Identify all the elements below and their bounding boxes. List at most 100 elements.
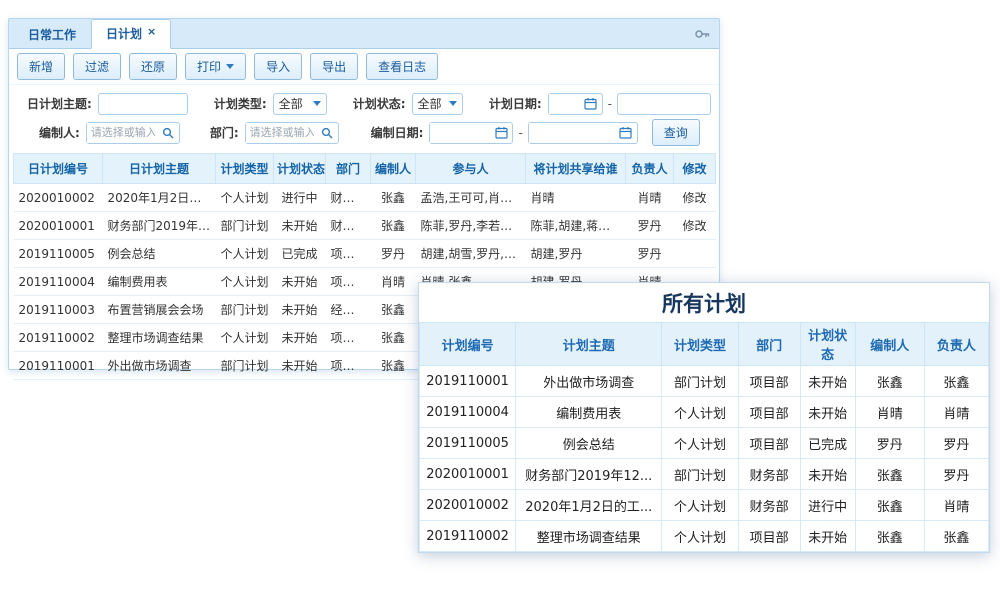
col-dept[interactable]: 部门 [326, 154, 371, 184]
type-select[interactable]: 全部 [273, 93, 327, 115]
query-button[interactable]: 查询 [652, 119, 700, 146]
search-icon[interactable] [159, 127, 177, 139]
table-row[interactable]: 2020010002 2020年1月2日的工... 个人计划 财务部 进行中 张… [420, 490, 989, 521]
cell-plan-subject[interactable]: 外出做市场调查 [103, 352, 216, 380]
filter-button[interactable]: 过滤 [73, 53, 121, 80]
cell-plan-code: 2020010002 [420, 490, 516, 521]
dept-field [245, 122, 339, 144]
export-button[interactable]: 导出 [310, 53, 358, 80]
col-plan-code[interactable]: 计划编号 [420, 323, 516, 366]
subject-input[interactable] [98, 93, 188, 115]
cell-dept: 财务部 [326, 212, 371, 240]
cell-dept: 财务部 [738, 459, 800, 490]
col-share-with[interactable]: 将计划共享给谁 [526, 154, 626, 184]
cell-plan-type: 个人计划 [216, 240, 274, 268]
cell-creator: 张鑫 [371, 184, 416, 212]
cell-owner: 罗丹 [924, 428, 988, 459]
calendar-icon[interactable] [582, 97, 600, 110]
cell-modify-link[interactable]: 修改 [674, 184, 716, 212]
cell-plan-code[interactable]: 2019110005 [14, 240, 103, 268]
cell-plan-subject[interactable]: 例会总结 [103, 240, 216, 268]
col-modify[interactable]: 修改 [674, 154, 716, 184]
type-select-value: 全部 [279, 95, 303, 112]
cell-plan-type: 部门计划 [216, 352, 274, 380]
cell-plan-code[interactable]: 2019110004 [14, 268, 103, 296]
col-plan-subject[interactable]: 计划主题 [516, 323, 662, 366]
col-plan-type[interactable]: 计划类型 [662, 323, 738, 366]
cell-owner[interactable]: 罗丹 [626, 240, 674, 268]
cell-owner: 张鑫 [924, 366, 988, 397]
table-row[interactable]: 2019110002 整理市场调查结果 个人计划 项目部 未开始 张鑫 张鑫 [420, 521, 989, 552]
cell-creator: 张鑫 [371, 212, 416, 240]
cell-creator: 肖晴 [855, 397, 924, 428]
cell-modify-link[interactable]: 修改 [674, 212, 716, 240]
cell-plan-code[interactable]: 2019110001 [14, 352, 103, 380]
cell-plan-subject: 编制费用表 [516, 397, 662, 428]
date-range-dash: - [518, 126, 522, 140]
tab-daily-plan[interactable]: 日计划× [91, 19, 171, 49]
cell-owner: 张鑫 [924, 521, 988, 552]
col-plan-type[interactable]: 计划类型 [216, 154, 274, 184]
cell-plan-subject[interactable]: 财务部门2019年12月的... [103, 212, 216, 240]
calendar-icon[interactable] [492, 126, 510, 139]
col-creator[interactable]: 编制人 [371, 154, 416, 184]
filter-row-2: 编制人: 部门: 编制日期: [17, 118, 711, 147]
table-row[interactable]: 2020010001 财务部门2019年12... 部门计划 财务部 未开始 张… [420, 459, 989, 490]
cell-plan-code: 2019110002 [420, 521, 516, 552]
cell-modify-link[interactable] [674, 240, 716, 268]
table-row[interactable]: 2020010001 财务部门2019年12月的... 部门计划 未开始 财务部… [14, 212, 716, 240]
cell-plan-status: 进行中 [274, 184, 326, 212]
col-participants[interactable]: 参与人 [416, 154, 526, 184]
col-creator[interactable]: 编制人 [855, 323, 924, 366]
cell-share-with: 胡建,罗丹 [526, 240, 626, 268]
tab-bar: 日常工作 日计划× [9, 19, 719, 49]
cell-plan-type: 个人计划 [662, 521, 738, 552]
col-plan-subject[interactable]: 日计划主题 [103, 154, 216, 184]
col-owner[interactable]: 负责人 [924, 323, 988, 366]
cell-plan-code[interactable]: 2020010002 [14, 184, 103, 212]
creator-input[interactable] [87, 123, 159, 143]
table-row[interactable]: 2019110005 例会总结 个人计划 已完成 项目部 罗丹 胡建,胡雪,罗丹… [14, 240, 716, 268]
cell-plan-subject[interactable]: 布置营销展会会场 [103, 296, 216, 324]
search-icon[interactable] [318, 127, 336, 139]
import-button[interactable]: 导入 [254, 53, 302, 80]
calendar-icon[interactable] [617, 126, 635, 139]
cell-plan-subject[interactable]: 编制费用表 [103, 268, 216, 296]
plan-date-from-input[interactable] [549, 94, 582, 114]
cell-plan-code[interactable]: 2019110003 [14, 296, 103, 324]
table-row[interactable]: 2019110001 外出做市场调查 部门计划 项目部 未开始 张鑫 张鑫 [420, 366, 989, 397]
table-row[interactable]: 2019110005 例会总结 个人计划 项目部 已完成 罗丹 罗丹 [420, 428, 989, 459]
key-icon[interactable] [694, 26, 710, 42]
cell-participants: 胡建,胡雪,罗丹,任晓... [416, 240, 526, 268]
tab-daily-work[interactable]: 日常工作 [13, 20, 91, 49]
col-dept[interactable]: 部门 [738, 323, 800, 366]
table-row[interactable]: 2019110004 编制费用表 个人计划 项目部 未开始 肖晴 肖晴 [420, 397, 989, 428]
col-plan-status[interactable]: 计划状态 [274, 154, 326, 184]
dept-input[interactable] [246, 123, 318, 143]
col-plan-status[interactable]: 计划状态 [800, 323, 855, 366]
col-owner[interactable]: 负责人 [626, 154, 674, 184]
made-date-from-input[interactable] [430, 123, 492, 143]
cell-plan-type: 个人计划 [216, 324, 274, 352]
cell-plan-code[interactable]: 2020010001 [14, 212, 103, 240]
tab-close-icon[interactable]: × [147, 25, 156, 38]
cell-creator: 张鑫 [855, 521, 924, 552]
cell-plan-subject: 2020年1月2日的工... [516, 490, 662, 521]
cell-owner[interactable]: 罗丹 [626, 212, 674, 240]
cell-owner: 肖晴 [924, 397, 988, 428]
plan-date-to-input[interactable] [617, 93, 711, 115]
col-plan-code[interactable]: 日计划编号 [14, 154, 103, 184]
cell-plan-status: 未开始 [800, 521, 855, 552]
table-row[interactable]: 2020010002 2020年1月2日的工作日... 个人计划 进行中 财务部… [14, 184, 716, 212]
cell-plan-code[interactable]: 2019110002 [14, 324, 103, 352]
made-date-to-input[interactable] [529, 123, 617, 143]
status-select[interactable]: 全部 [412, 93, 463, 115]
cell-plan-subject[interactable]: 2020年1月2日的工作日... [103, 184, 216, 212]
print-button[interactable]: 打印 [185, 53, 246, 80]
view-log-button[interactable]: 查看日志 [366, 53, 438, 80]
cell-plan-subject: 外出做市场调查 [516, 366, 662, 397]
cell-plan-subject[interactable]: 整理市场调查结果 [103, 324, 216, 352]
add-button[interactable]: 新增 [17, 53, 65, 80]
cell-owner[interactable]: 肖晴 [626, 184, 674, 212]
restore-button[interactable]: 还原 [129, 53, 177, 80]
